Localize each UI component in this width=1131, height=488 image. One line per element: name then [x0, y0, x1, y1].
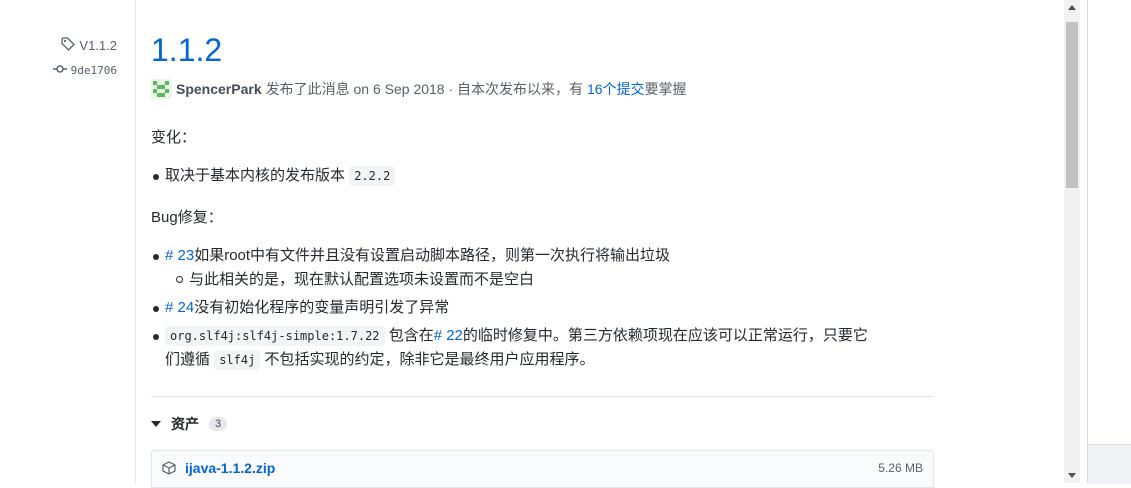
bug1-text: 如果root中有文件并且没有设置启动脚本路径，则第一次执行将输出垃圾	[194, 247, 671, 264]
commit-sha: 9de1706	[70, 64, 117, 77]
issue-link-22[interactable]: # 22	[434, 327, 463, 344]
list-item: org.slf4j:slf4j-simple:1.7.22 包含在# 22的临时…	[153, 324, 925, 372]
commits-suffix: 要掌握	[644, 81, 687, 97]
package-icon	[162, 461, 176, 480]
assets-label: 资产	[171, 416, 199, 432]
section-divider	[151, 396, 934, 397]
tag-name: V1.1.2	[79, 38, 117, 53]
issue-link-24[interactable]: # 24	[165, 299, 194, 316]
tag-icon	[61, 37, 76, 54]
scrollbar-thumb[interactable]	[1066, 22, 1078, 188]
list-item: # 23如果root中有文件并且没有设置启动脚本路径，则第一次执行将输出垃圾	[152, 244, 671, 268]
tag-link[interactable]: V1.1.2	[61, 37, 117, 54]
release-title[interactable]: 1.1.2	[151, 30, 222, 70]
commits-link[interactable]: 16个提交	[587, 79, 645, 99]
git-commit-icon	[52, 64, 67, 77]
bug3-text-c: 们遵循	[165, 351, 211, 368]
author-link[interactable]: SpencerPark	[176, 81, 262, 97]
bug3-text-d: 不包括实现的约定，除非它是最终用户应用程序。	[264, 351, 595, 368]
scroll-up-arrow-icon[interactable]	[1068, 5, 1076, 10]
asset-size: 5.26 MB	[878, 461, 923, 475]
bug1-sub-text: 与此相关的是，现在默认配置选项未设置而不是空白	[189, 271, 535, 288]
release-sidebar: V1.1.2 9de1706	[0, 0, 135, 483]
published-text: 发布了此消息	[265, 81, 350, 97]
release-body: 1.1.2 SpencerPark 发布了此消息 on 6 Sep 2018 ·…	[151, 0, 934, 488]
asset-download-link[interactable]: ijava-1.1.2.zip	[185, 460, 275, 476]
changes-heading: 变化：	[151, 129, 197, 146]
asset-row[interactable]: ijava-1.1.2.zip 5.26 MB	[151, 450, 934, 488]
bug3-text-a: 包含在	[388, 327, 434, 344]
bugfix-heading: Bug修复：	[151, 209, 223, 226]
since-text: · 自本次发布以来，有	[448, 81, 584, 97]
sub-list-item: 与此相关的是，现在默认配置选项未设置而不是空白	[175, 268, 535, 292]
caret-down-icon	[151, 421, 161, 427]
list-item: 取决于基本内核的发布版本 2.2.2	[152, 164, 396, 188]
change-item-text: 取决于基本内核的发布版本	[165, 167, 346, 184]
sidebar-divider	[135, 0, 136, 483]
commit-link[interactable]: 9de1706	[52, 64, 117, 77]
avatar[interactable]	[151, 79, 171, 99]
assets-toggle[interactable]: 资产 3	[151, 414, 227, 434]
bug2-text: 没有初始化程序的变量声明引发了异常	[194, 299, 450, 316]
release-date: on 6 Sep 2018	[353, 81, 445, 97]
dependency-code: org.slf4j:slf4j-simple:1.7.22	[165, 326, 385, 346]
issue-link-23[interactable]: # 23	[165, 247, 194, 264]
slf4j-code: slf4j	[214, 350, 261, 370]
bug3-text-b: 的临时修复中。第三方依赖项现在应该可以正常运行，只要它	[462, 327, 868, 344]
side-panel	[1087, 0, 1131, 483]
scroll-down-arrow-icon[interactable]	[1068, 473, 1076, 478]
side-panel-footer	[1088, 444, 1131, 484]
release-meta: SpencerPark 发布了此消息 on 6 Sep 2018 · 自本次发布…	[151, 79, 687, 99]
list-item: # 24没有初始化程序的变量声明引发了异常	[152, 296, 450, 320]
version-code: 2.2.2	[349, 166, 396, 186]
assets-count-badge: 3	[209, 417, 227, 431]
